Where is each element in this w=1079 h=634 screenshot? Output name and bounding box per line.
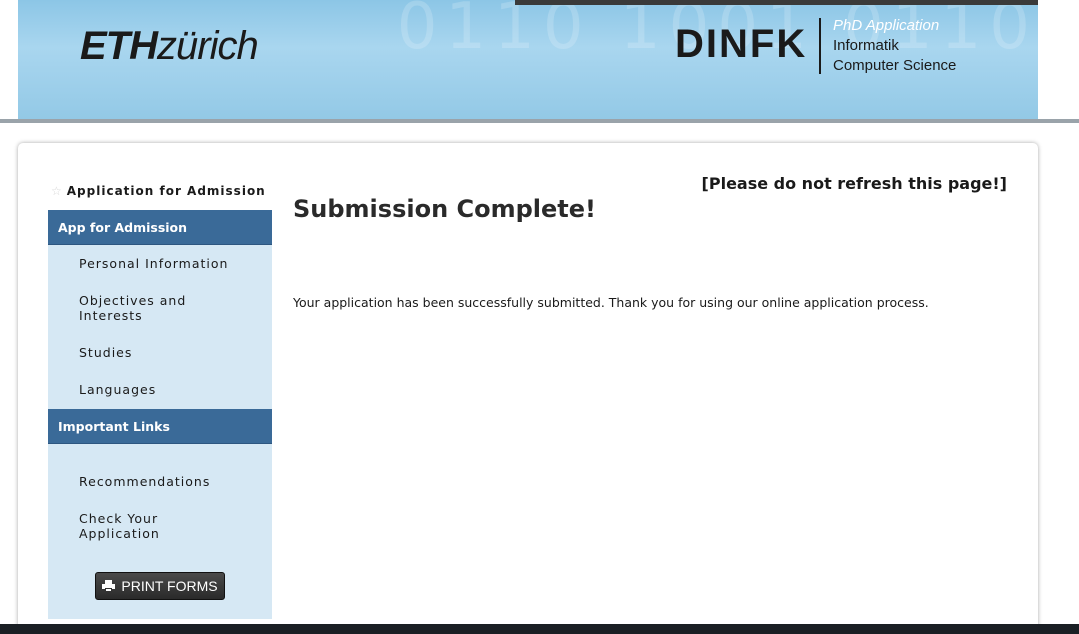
program-label: PhD Application bbox=[833, 17, 940, 34]
sidebar-item-check-application[interactable]: Check Your Application bbox=[79, 511, 199, 541]
printer-icon bbox=[102, 580, 116, 592]
page-title: Submission Complete! bbox=[293, 195, 596, 223]
section-app-for-admission: App for Admission bbox=[48, 210, 272, 245]
department-label: PhD Application Informatik Computer Scie… bbox=[833, 16, 956, 76]
sidebar-nav: App for Admission Personal Information O… bbox=[48, 210, 272, 619]
dept-english-label: Computer Science bbox=[833, 57, 957, 74]
sidebar-item-objectives-interests[interactable]: Objectives and Interests bbox=[79, 293, 229, 323]
sidebar-item-languages[interactable]: Languages bbox=[79, 382, 156, 397]
eth-logo-light: zürich bbox=[157, 24, 259, 68]
print-forms-button[interactable]: PRINT FORMS bbox=[95, 572, 225, 600]
sidebar-heading: ☆ Application for Admission bbox=[51, 184, 266, 198]
print-forms-label: PRINT FORMS bbox=[121, 578, 218, 594]
sidebar-heading-label: Application for Admission bbox=[66, 184, 266, 198]
sidebar-item-recommendations[interactable]: Recommendations bbox=[79, 474, 210, 489]
eth-logo-bold: ETH bbox=[80, 24, 158, 68]
sidebar-item-personal-information[interactable]: Personal Information bbox=[79, 256, 228, 271]
dept-german-label: Informatik bbox=[833, 37, 899, 54]
content-panel: ☆ Application for Admission App for Admis… bbox=[18, 143, 1038, 634]
success-message: Your application has been successfully s… bbox=[293, 295, 929, 310]
star-icon: ☆ bbox=[51, 184, 63, 198]
bottom-bar bbox=[0, 624, 1079, 634]
banner-top-bar bbox=[515, 0, 1038, 5]
section-important-links: Important Links bbox=[48, 409, 272, 444]
banner-divider bbox=[0, 119, 1079, 123]
dinfk-logo[interactable]: DINFK bbox=[675, 22, 807, 67]
header-banner: 0110 1001 0110 ETHzürich DINFK PhD Appli… bbox=[18, 0, 1038, 119]
refresh-warning: [Please do not refresh this page!] bbox=[701, 174, 1007, 193]
sidebar-item-studies[interactable]: Studies bbox=[79, 345, 132, 360]
logo-divider bbox=[819, 18, 821, 74]
eth-zurich-logo[interactable]: ETHzürich bbox=[80, 24, 259, 69]
